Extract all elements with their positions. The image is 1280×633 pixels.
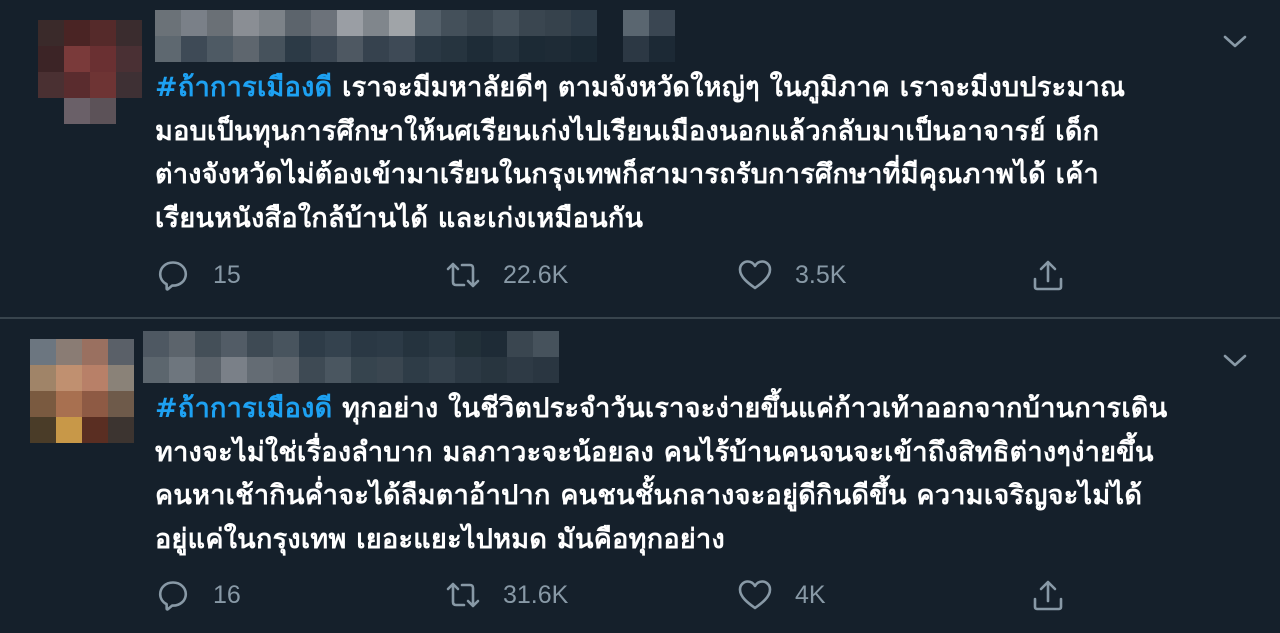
share-button[interactable] xyxy=(1030,253,1066,297)
reply-count: 16 xyxy=(213,580,241,609)
more-options-button[interactable] xyxy=(1222,32,1248,52)
more-options-button[interactable] xyxy=(1222,351,1248,371)
share-button[interactable] xyxy=(1030,573,1066,617)
author-name-blurred[interactable] xyxy=(155,10,675,62)
tweet[interactable]: #ถ้าการเมืองดี เราจะมีมหาลัยดีๆ ตามจังหว… xyxy=(0,0,1280,318)
share-icon xyxy=(1033,260,1063,291)
reply-count: 15 xyxy=(213,260,241,289)
tweet-actions: 15 22.6K 3.5K xyxy=(155,253,1075,297)
reply-button[interactable]: 16 xyxy=(155,573,241,617)
like-button[interactable]: 4K xyxy=(737,573,826,617)
author-name-blurred[interactable] xyxy=(143,331,559,383)
hashtag-link[interactable]: #ถ้าการเมืองดี xyxy=(155,72,332,103)
retweet-icon xyxy=(446,262,480,288)
hashtag-link[interactable]: #ถ้าการเมืองดี xyxy=(155,393,332,424)
heart-icon xyxy=(738,580,772,610)
reply-icon xyxy=(158,261,188,291)
like-count: 4K xyxy=(795,580,826,609)
retweet-button[interactable]: 22.6K xyxy=(445,253,568,297)
chevron-down-icon xyxy=(1223,354,1247,367)
avatar[interactable] xyxy=(30,339,134,443)
like-count: 3.5K xyxy=(795,260,847,289)
reply-button[interactable]: 15 xyxy=(155,253,241,297)
retweet-count: 22.6K xyxy=(503,260,569,289)
chevron-down-icon xyxy=(1223,35,1247,48)
share-icon xyxy=(1033,580,1063,611)
reply-icon xyxy=(158,581,188,611)
tweet-actions: 16 31.6K 4K xyxy=(155,573,1075,617)
tweet[interactable]: #ถ้าการเมืองดี ทุกอย่าง ในชีวิตประจำวันเ… xyxy=(0,319,1280,633)
heart-icon xyxy=(738,260,772,290)
retweet-button[interactable]: 31.6K xyxy=(445,573,568,617)
tweet-text: #ถ้าการเมืองดี ทุกอย่าง ในชีวิตประจำวันเ… xyxy=(155,387,1235,561)
avatar[interactable] xyxy=(38,20,142,124)
retweet-icon xyxy=(446,582,480,608)
tweet-text: #ถ้าการเมืองดี เราจะมีมหาลัยดีๆ ตามจังหว… xyxy=(155,66,1235,240)
like-button[interactable]: 3.5K xyxy=(737,253,846,297)
retweet-count: 31.6K xyxy=(503,580,569,609)
